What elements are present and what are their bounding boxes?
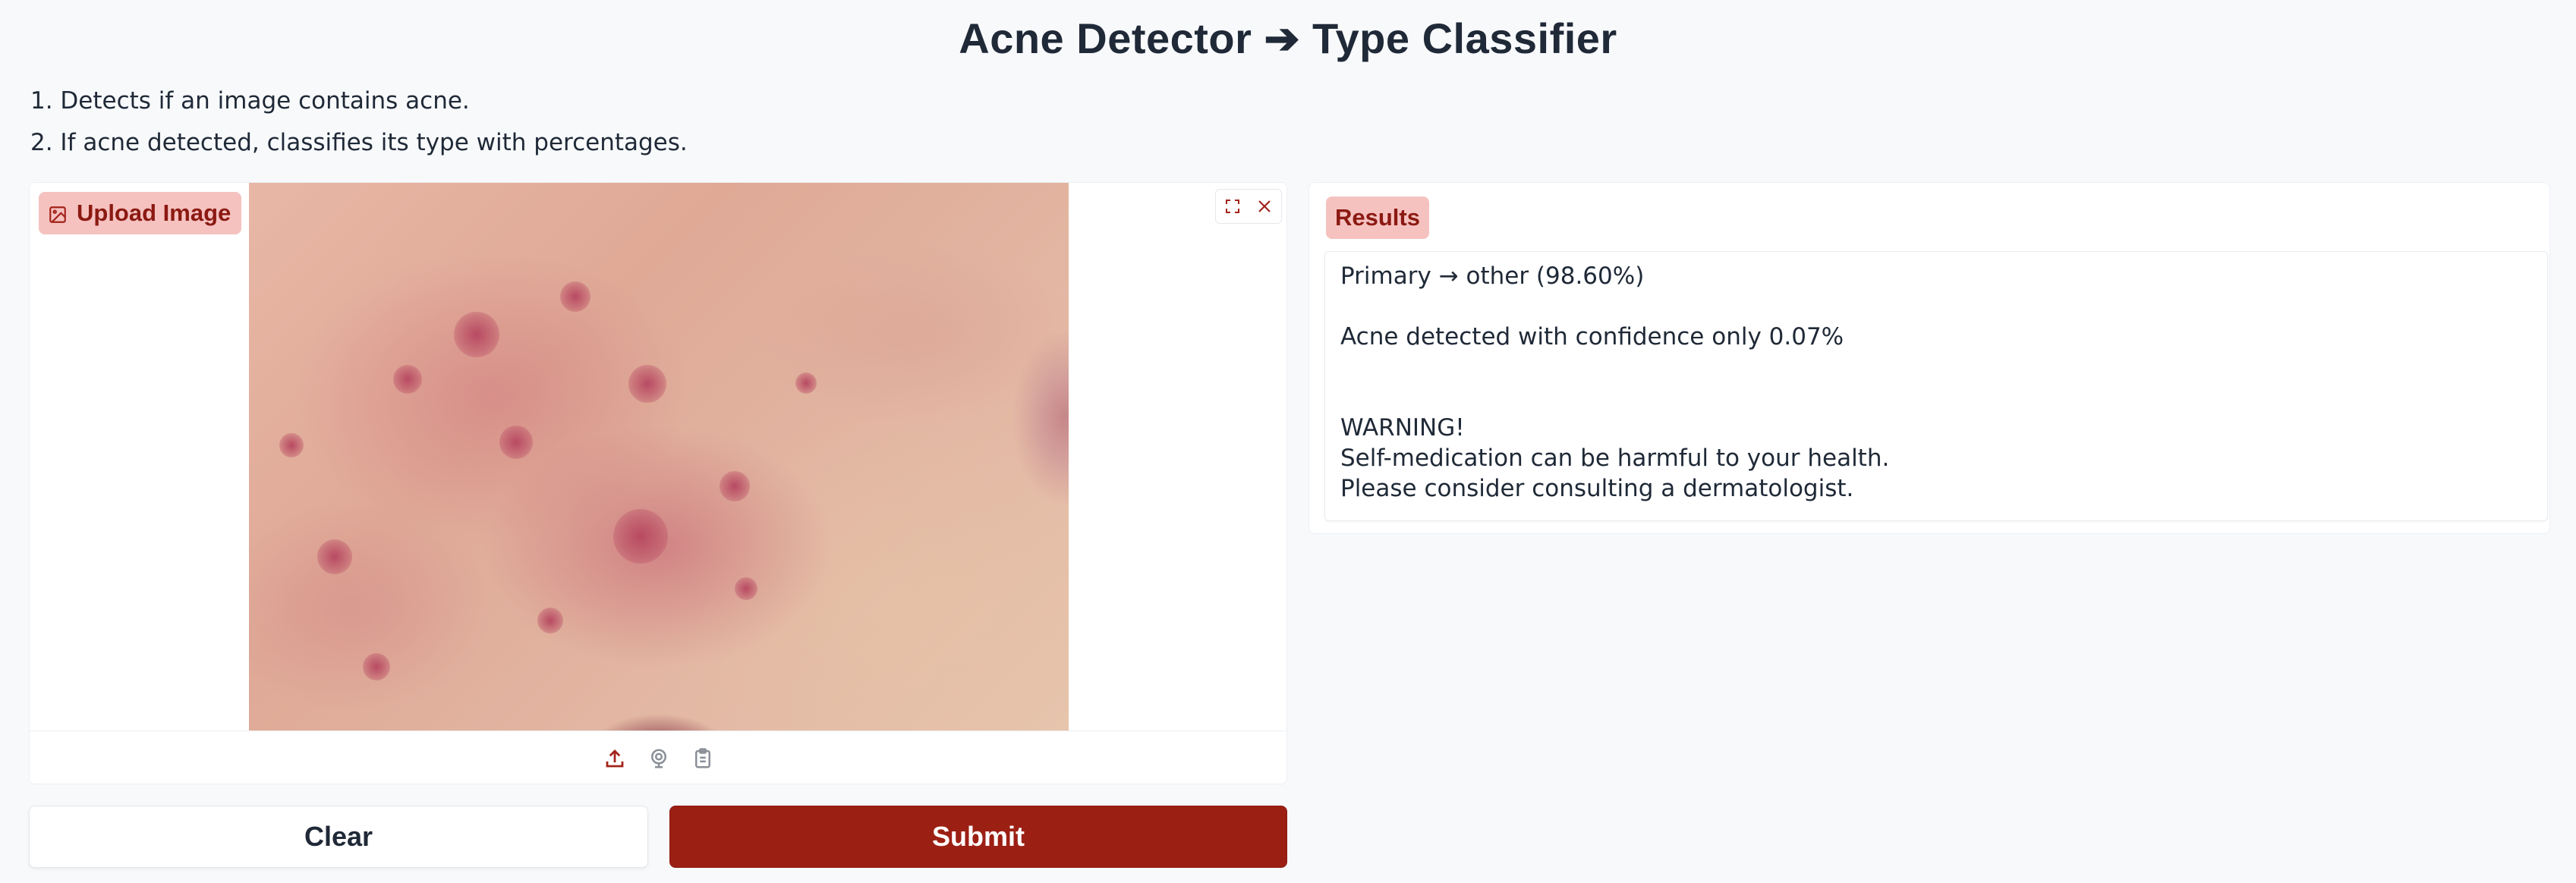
description-step-1: 1. Detects if an image contains acne. bbox=[30, 87, 470, 115]
submit-button[interactable]: Submit bbox=[669, 806, 1287, 868]
blemish bbox=[363, 653, 390, 680]
results-panel: Results Primary → other (98.60%) Acne de… bbox=[1308, 182, 2550, 534]
result-line-confidence: Acne detected with confidence only 0.07% bbox=[1340, 323, 1844, 350]
upload-icon[interactable] bbox=[601, 745, 628, 772]
clipboard-icon[interactable] bbox=[689, 745, 716, 772]
image-icon bbox=[48, 203, 68, 223]
blemish bbox=[393, 365, 422, 394]
uploaded-skin-image bbox=[249, 183, 1069, 731]
result-line-primary: Primary → other (98.60%) bbox=[1340, 262, 1645, 290]
results-label: Results bbox=[1326, 196, 1429, 239]
blemish bbox=[317, 539, 352, 574]
fullscreen-icon[interactable] bbox=[1222, 196, 1243, 217]
results-output[interactable]: Primary → other (98.60%) Acne detected w… bbox=[1324, 251, 2548, 521]
upload-image-label-text: Upload Image bbox=[77, 200, 231, 226]
image-input-panel: Upload Image bbox=[29, 182, 1287, 784]
image-source-bar bbox=[30, 731, 1286, 784]
blemish bbox=[795, 372, 817, 394]
result-line-consult: Please consider consulting a dermatologi… bbox=[1340, 475, 1854, 502]
blemish bbox=[628, 365, 666, 403]
result-line-warning: WARNING! bbox=[1340, 414, 1465, 442]
blemish bbox=[499, 426, 533, 459]
webcam-icon[interactable] bbox=[645, 745, 672, 772]
description-step-2: 2. If acne detected, classifies its type… bbox=[30, 129, 688, 156]
result-line-blank bbox=[1340, 382, 2532, 413]
page-title: Acne Detector ➔ Type Classifier bbox=[959, 14, 1617, 62]
blemish bbox=[537, 608, 563, 633]
blemish bbox=[735, 577, 757, 600]
clear-button[interactable]: Clear bbox=[29, 806, 648, 868]
upload-image-label: Upload Image bbox=[39, 192, 242, 234]
close-icon[interactable] bbox=[1254, 196, 1275, 217]
app-page: Acne Detector ➔ Type Classifier 1. Detec… bbox=[0, 0, 2576, 883]
blemish bbox=[613, 509, 668, 564]
result-line-blank bbox=[1340, 291, 2532, 322]
blemish bbox=[560, 281, 590, 312]
blemish bbox=[454, 312, 499, 357]
blemish bbox=[720, 471, 750, 501]
image-drop-area[interactable]: Upload Image bbox=[30, 183, 1286, 731]
result-line-blank bbox=[1340, 352, 2532, 382]
image-toolbar bbox=[1215, 189, 1282, 224]
result-line-self-medication: Self-medication can be harmful to your h… bbox=[1340, 445, 1890, 472]
blemish bbox=[279, 433, 304, 457]
